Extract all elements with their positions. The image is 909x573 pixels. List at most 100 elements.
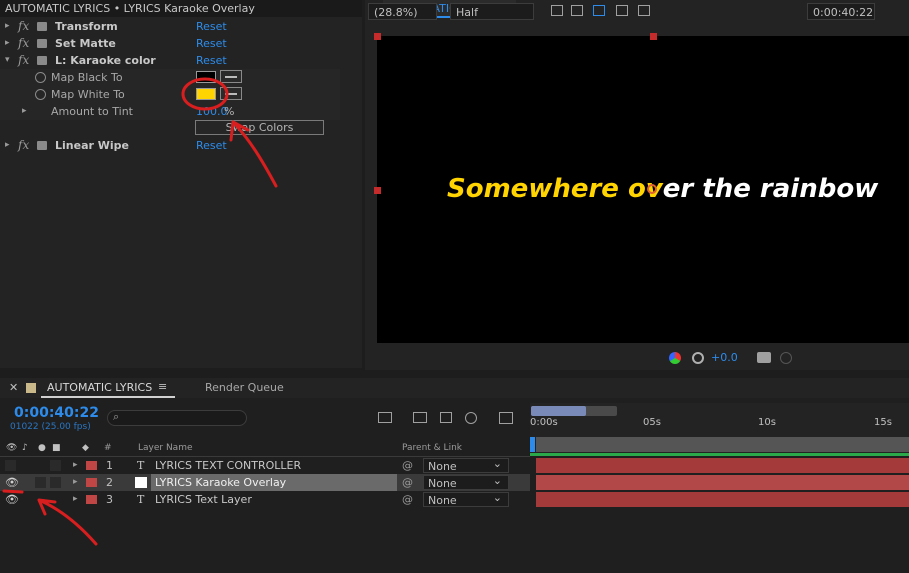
color-channels-icon[interactable] <box>669 352 681 364</box>
layer-duration-bar-selected[interactable] <box>536 475 909 490</box>
chevron-down-icon[interactable]: ▾ <box>5 52 10 69</box>
layer-label-color[interactable] <box>86 461 97 470</box>
fx-icon[interactable]: fx <box>18 18 29 35</box>
bounding-box-handle[interactable] <box>374 187 381 194</box>
eyedropper-icon[interactable] <box>220 87 242 100</box>
navigator-range[interactable] <box>531 406 586 416</box>
chevron-right-icon[interactable]: ▸ <box>5 35 10 52</box>
lock-icon[interactable]: ■ <box>52 440 61 456</box>
parent-dropdown[interactable]: None <box>423 473 509 490</box>
panel-menu-icon[interactable]: ≡ <box>158 380 167 393</box>
current-time-display[interactable]: 0:00:40:22 <box>14 405 99 421</box>
layer-label-color[interactable] <box>86 478 97 487</box>
lock-toggle[interactable] <box>50 477 61 488</box>
layer-duration-bar[interactable] <box>536 492 909 507</box>
swap-colors-button[interactable]: Swap Colors <box>195 120 324 135</box>
stopwatch-icon[interactable] <box>35 89 46 100</box>
label-tag-icon[interactable]: ◆ <box>82 440 89 456</box>
snapshot-region-icon[interactable] <box>551 5 563 16</box>
close-icon[interactable]: ✕ <box>9 381 18 394</box>
solo-icon[interactable]: ● <box>38 440 46 456</box>
layer-label-color[interactable] <box>86 495 97 504</box>
reset-link[interactable]: Reset <box>196 35 227 52</box>
pick-whip-icon[interactable]: @ <box>402 491 413 508</box>
motion-blur-icon[interactable] <box>465 412 477 424</box>
viewer-timecode[interactable]: 0:00:40:22 <box>807 3 875 20</box>
effect-transform[interactable]: ▸ fx Transform Reset <box>0 18 340 35</box>
parent-dropdown[interactable]: None <box>423 490 509 507</box>
bounding-box-handle[interactable] <box>650 33 657 40</box>
layer-name[interactable]: LYRICS Karaoke Overlay <box>155 474 286 491</box>
mask-path-icon[interactable] <box>593 5 605 16</box>
fx-icon[interactable]: fx <box>18 35 29 52</box>
chevron-right-icon[interactable]: ▸ <box>5 137 10 154</box>
frame-blending-icon[interactable] <box>440 412 452 423</box>
effect-lock-icon <box>37 56 47 65</box>
pick-whip-icon[interactable]: @ <box>402 474 413 491</box>
comp-flowchart-icon[interactable] <box>378 412 392 423</box>
camera-icon[interactable] <box>757 352 771 363</box>
pick-whip-icon[interactable]: @ <box>402 457 413 474</box>
effect-set-matte[interactable]: ▸ fx Set Matte Reset <box>0 35 340 52</box>
amount-to-tint-value[interactable]: 100.0 <box>196 103 228 120</box>
audio-icon[interactable]: ♪ <box>22 440 28 456</box>
tab-render-queue[interactable]: Render Queue <box>205 381 284 394</box>
transparency-grid-icon[interactable] <box>571 5 583 16</box>
effect-lock-icon <box>37 39 47 48</box>
chevron-right-icon[interactable]: ▸ <box>5 18 10 35</box>
bounding-box-handle[interactable] <box>374 33 381 40</box>
eye-icon[interactable]: 👁 <box>6 440 17 456</box>
fx-icon[interactable]: fx <box>18 52 29 69</box>
comp-label-swatch <box>26 383 36 393</box>
show-snapshot-icon[interactable] <box>780 352 792 364</box>
layer-row[interactable]: 👁 ▸ 3 T LYRICS Text Layer @ None <box>0 490 530 508</box>
layer-search-input[interactable] <box>107 410 247 426</box>
parent-link-header[interactable]: Parent & Link <box>402 440 462 456</box>
chevron-right-icon[interactable]: ▸ <box>73 474 78 491</box>
chevron-right-icon[interactable]: ▸ <box>22 103 27 120</box>
current-time-indicator[interactable] <box>530 437 535 452</box>
lock-toggle[interactable] <box>50 460 61 471</box>
solo-toggle[interactable] <box>35 477 46 488</box>
work-area-bar[interactable] <box>536 437 909 452</box>
property-map-white-to: Map White To <box>0 86 340 103</box>
eye-icon[interactable]: 👁 <box>5 474 19 491</box>
map-white-color-swatch[interactable] <box>196 88 216 100</box>
zoom-dropdown[interactable]: (28.8%) <box>368 3 437 20</box>
stopwatch-icon[interactable] <box>35 72 46 83</box>
region-of-interest-icon[interactable] <box>616 5 628 16</box>
anchor-point-icon[interactable] <box>647 184 657 194</box>
map-black-color-swatch[interactable] <box>196 71 216 83</box>
layer-name-header[interactable]: Layer Name <box>138 440 193 456</box>
layer-row-selected[interactable]: 👁 ▸ 2 LYRICS Karaoke Overlay @ None <box>0 473 530 491</box>
effect-linear-wipe[interactable]: ▸ fx Linear Wipe Reset <box>0 137 340 154</box>
viewer-toolbar <box>365 346 909 370</box>
resolution-dropdown[interactable]: Half <box>450 3 534 20</box>
layer-name[interactable]: LYRICS TEXT CONTROLLER <box>155 457 301 474</box>
reset-link[interactable]: Reset <box>196 52 227 69</box>
property-name: Map Black To <box>51 71 123 84</box>
layer-duration-bar[interactable] <box>536 458 909 473</box>
grid-guides-icon[interactable] <box>638 5 650 16</box>
parent-dropdown[interactable]: None <box>423 456 509 473</box>
layer-number: 3 <box>106 493 113 506</box>
effect-karaoke-color[interactable]: ▾ fx L: Karaoke color Reset <box>0 52 340 69</box>
chevron-right-icon[interactable]: ▸ <box>73 457 78 474</box>
exposure-value[interactable]: +0.0 <box>711 351 738 364</box>
graph-editor-icon[interactable] <box>499 412 513 424</box>
timeline-tab-label: AUTOMATIC LYRICS <box>47 381 153 394</box>
layer-name[interactable]: LYRICS Text Layer <box>155 491 252 508</box>
eyedropper-icon[interactable] <box>220 70 242 83</box>
eye-icon[interactable]: 👁 <box>5 491 19 508</box>
reset-link[interactable]: Reset <box>196 137 227 154</box>
exposure-reset-icon[interactable] <box>692 352 704 364</box>
property-name: Map White To <box>51 88 125 101</box>
effect-name: L: Karaoke color <box>55 54 156 67</box>
fx-icon[interactable]: fx <box>18 137 29 154</box>
video-toggle[interactable] <box>5 460 16 471</box>
chevron-right-icon[interactable]: ▸ <box>73 491 78 508</box>
lyric-text[interactable]: Somewhere over the rainbow <box>447 174 878 204</box>
layer-row[interactable]: ▸ 1 T LYRICS TEXT CONTROLLER @ None <box>0 456 530 474</box>
reset-link[interactable]: Reset <box>196 18 227 35</box>
draft-3d-icon[interactable] <box>413 412 427 423</box>
